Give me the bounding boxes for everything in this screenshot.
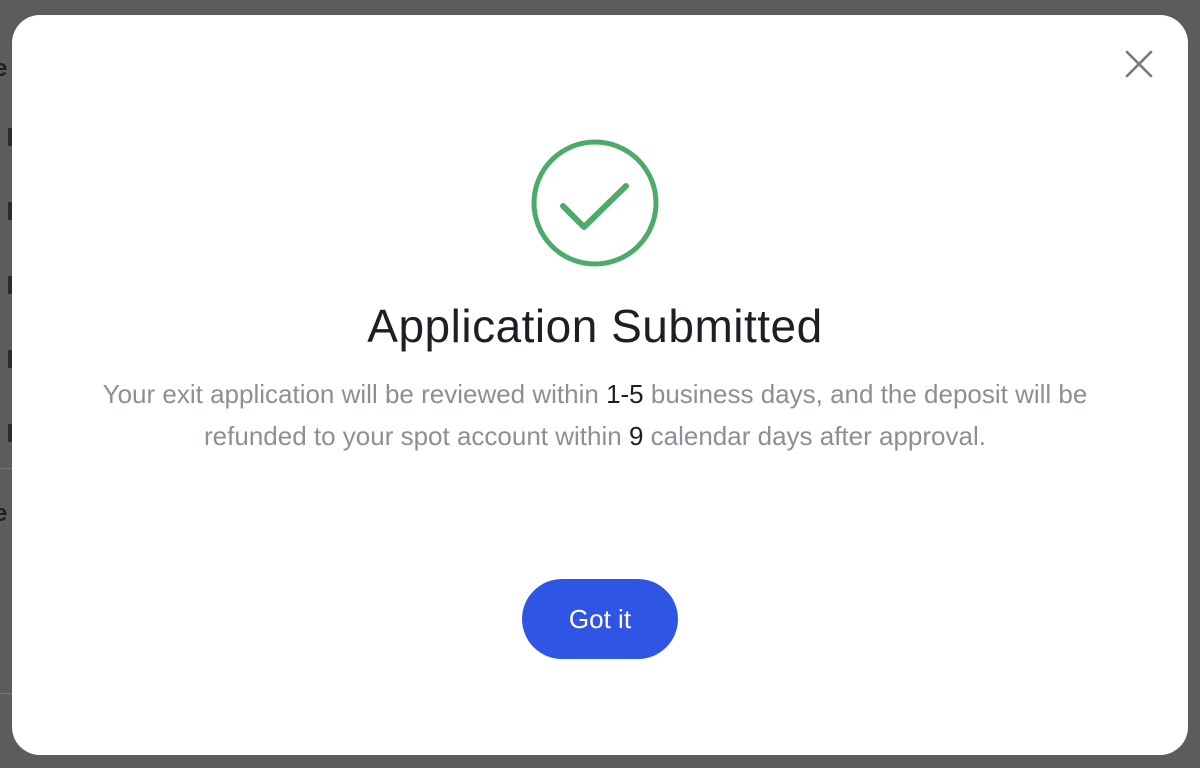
check-circle-icon [530, 138, 660, 268]
background-divider [0, 468, 12, 469]
refund-days-value: 9 [628, 421, 644, 451]
close-icon[interactable] [1124, 49, 1154, 79]
application-submitted-dialog: Application Submitted Your exit applicat… [12, 15, 1188, 755]
review-days-value: 1-5 [606, 379, 644, 409]
background-text-fragment: e [0, 55, 8, 82]
message-text: calendar days after approval. [643, 421, 986, 451]
background-divider [0, 693, 12, 694]
dialog-message: Your exit application will be reviewed w… [92, 373, 1098, 457]
got-it-button[interactable]: Got it [522, 579, 678, 659]
dialog-title: Application Submitted [367, 300, 823, 352]
background-text-fragment: e [0, 500, 8, 527]
message-text: Your exit application will be reviewed w… [102, 379, 607, 409]
